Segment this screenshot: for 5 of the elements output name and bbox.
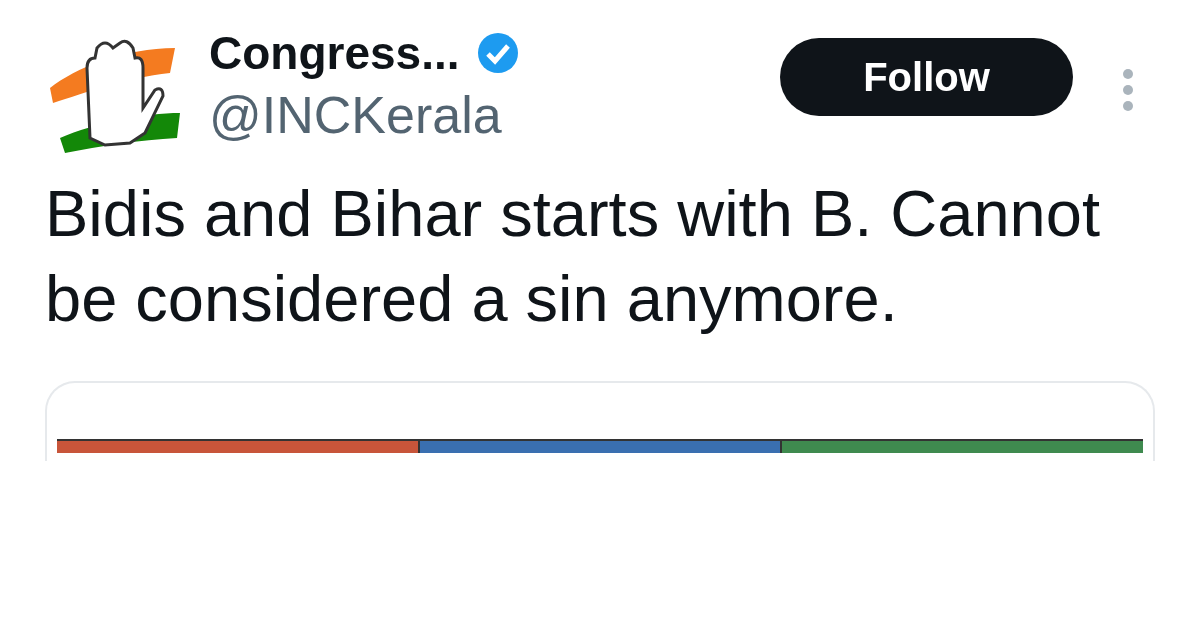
account-handle[interactable]: @INCKerala xyxy=(209,86,780,144)
tweet-text: Bidis and Bihar starts with B. Cannot be considered a sin anymore. xyxy=(45,176,1101,337)
account-name[interactable]: Congress... xyxy=(209,28,460,79)
follow-button[interactable]: Follow xyxy=(780,38,1073,116)
media-card[interactable] xyxy=(45,381,1155,461)
